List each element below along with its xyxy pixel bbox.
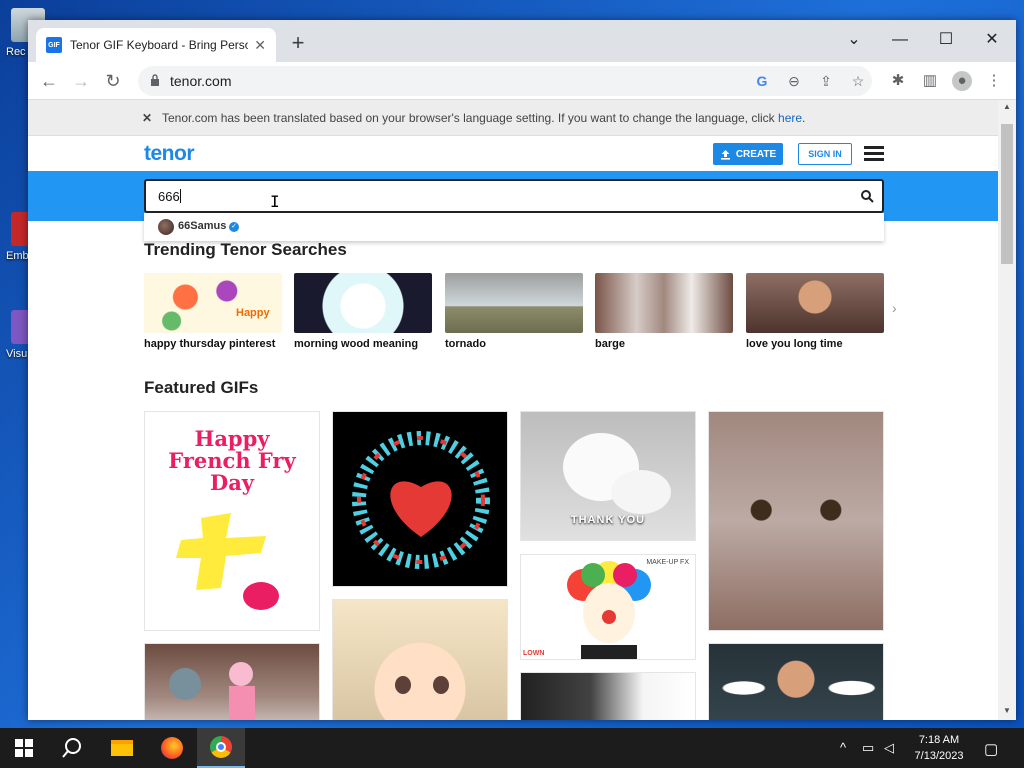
volume-muted-icon[interactable]: ◁ bbox=[884, 740, 894, 756]
search-input[interactable]: 666 bbox=[144, 179, 884, 213]
maximize-button[interactable]: ☐ bbox=[926, 26, 966, 54]
new-tab-button[interactable]: + bbox=[286, 32, 310, 56]
gif-man-smoke[interactable] bbox=[708, 643, 884, 720]
dismiss-translate-icon[interactable]: ✕ bbox=[142, 111, 152, 125]
taskbar-search-button[interactable] bbox=[48, 728, 96, 768]
side-panel-icon[interactable]: ▥ bbox=[920, 71, 940, 91]
chrome-icon bbox=[210, 736, 232, 758]
upload-icon bbox=[720, 149, 730, 160]
minimize-button[interactable]: — bbox=[880, 26, 920, 54]
magnifier-icon bbox=[62, 738, 81, 758]
trending-title: Trending Tenor Searches bbox=[144, 240, 347, 259]
trending-label: love you long time bbox=[746, 338, 843, 350]
scrollbar-thumb[interactable] bbox=[1001, 124, 1013, 264]
share-icon[interactable]: ⇪ bbox=[816, 71, 836, 91]
windows-logo-icon bbox=[15, 739, 33, 757]
translate-here-link[interactable]: here bbox=[778, 111, 802, 125]
taskbar-clock[interactable]: 7:18 AM 7/13/2023 bbox=[904, 732, 974, 764]
tenor-favicon-icon: GIF bbox=[46, 37, 62, 53]
verified-badge-icon: ✓ bbox=[229, 222, 239, 232]
heart-icon bbox=[352, 431, 490, 569]
tray-chevron-icon[interactable]: ^ bbox=[840, 740, 846, 755]
tab-close-icon[interactable]: ✕ bbox=[254, 37, 266, 54]
gif-cartoon-cat[interactable] bbox=[144, 643, 320, 720]
scroll-down-arrow-icon[interactable]: ▼ bbox=[998, 706, 1016, 720]
create-label: CREATE bbox=[735, 148, 777, 160]
reload-button[interactable]: ↻ bbox=[100, 68, 126, 94]
tenor-logo[interactable]: tenor bbox=[144, 142, 195, 166]
tab-title: Tenor GIF Keyboard - Bring Personality bbox=[70, 38, 249, 52]
trending-label: happy thursday pinterest bbox=[144, 338, 276, 350]
tab-tenor[interactable]: GIF Tenor GIF Keyboard - Bring Personali… bbox=[36, 28, 276, 62]
forward-button[interactable]: → bbox=[68, 68, 94, 94]
trending-label: barge bbox=[595, 338, 625, 350]
scroll-up-arrow-icon[interactable]: ▲ bbox=[998, 102, 1016, 116]
back-button[interactable]: ← bbox=[36, 68, 62, 94]
text-cursor-icon: I bbox=[270, 192, 280, 211]
gif-caption: THANK YOU bbox=[570, 514, 646, 526]
trending-item[interactable]: morning wood meaning bbox=[294, 273, 432, 350]
translate-message: Tenor.com has been translated based on y… bbox=[162, 111, 806, 125]
trending-label: morning wood meaning bbox=[294, 338, 419, 350]
french-fry-illustration bbox=[176, 513, 279, 610]
extensions-icon[interactable]: ✱ bbox=[888, 71, 908, 91]
suggestion-avatar bbox=[158, 219, 174, 235]
address-url: tenor.com bbox=[170, 73, 232, 89]
sign-in-button[interactable]: SIGN IN bbox=[798, 143, 852, 165]
tab-search-icon[interactable]: ⌄ bbox=[834, 26, 874, 54]
firefox-icon bbox=[161, 737, 183, 759]
folder-icon bbox=[111, 740, 133, 756]
zoom-icon[interactable]: ⊖ bbox=[784, 71, 804, 91]
clock-time: 7:18 AM bbox=[918, 734, 960, 746]
profile-avatar-icon[interactable]: ● bbox=[952, 71, 972, 91]
close-window-button[interactable]: ✕ bbox=[972, 26, 1012, 54]
network-icon[interactable]: ▭ bbox=[862, 740, 874, 756]
hamburger-menu-icon[interactable] bbox=[864, 146, 884, 162]
gif-heart-wreath[interactable] bbox=[332, 411, 508, 587]
trending-thumbnail bbox=[595, 273, 733, 333]
notifications-icon[interactable]: ▢ bbox=[984, 740, 998, 758]
translate-notice-bar: ✕ Tenor.com has been translated based on… bbox=[28, 100, 998, 136]
clock-date: 7/13/2023 bbox=[914, 750, 964, 762]
create-button[interactable]: CREATE bbox=[713, 143, 783, 165]
featured-title: Featured GIFs bbox=[144, 378, 259, 397]
site-header: tenor CREATE SIGN IN bbox=[28, 136, 998, 172]
trending-item[interactable]: love you long time bbox=[746, 273, 884, 350]
taskbar-chrome[interactable] bbox=[197, 728, 245, 768]
trending-item[interactable]: Happy happy thursday pinterest bbox=[144, 273, 282, 350]
trending-thumbnail bbox=[746, 273, 884, 333]
gif-happy-french-fry-day[interactable]: Happy French Fry Day bbox=[144, 411, 320, 631]
trending-item[interactable]: barge bbox=[595, 273, 733, 350]
search-input-value: 666 bbox=[158, 189, 180, 204]
search-suggestion-dropdown: 66Samus ✓ bbox=[144, 213, 884, 241]
taskbar-firefox[interactable] bbox=[148, 728, 196, 768]
browser-window: GIF Tenor GIF Keyboard - Bring Personali… bbox=[28, 20, 1016, 720]
gif-clown[interactable]: MAKE-UP FX LOWN bbox=[520, 554, 696, 660]
bookmark-star-icon[interactable]: ☆ bbox=[848, 71, 868, 91]
tenor-page: ✕ Tenor.com has been translated based on… bbox=[28, 100, 998, 720]
trending-thumbnail bbox=[294, 273, 432, 333]
trending-thumbnail: Happy bbox=[144, 273, 282, 333]
gif-thank-you-cat[interactable]: THANK YOU bbox=[520, 411, 696, 541]
browser-toolbar: ← → ↻ tenor.com G ⊖ ⇪ ☆ ✱ ▥ ● ⋮ bbox=[28, 62, 1016, 100]
start-button[interactable] bbox=[0, 728, 48, 768]
gif-hands[interactable] bbox=[520, 672, 696, 720]
trending-item[interactable]: tornado bbox=[445, 273, 583, 350]
trending-next-arrow-icon[interactable]: › bbox=[892, 300, 897, 316]
trending-label: tornado bbox=[445, 338, 486, 350]
address-bar[interactable]: tenor.com G ⊖ ⇪ ☆ bbox=[138, 66, 872, 96]
taskbar-file-explorer[interactable] bbox=[98, 728, 146, 768]
suggestion-name: 66Samus bbox=[178, 220, 227, 232]
gif-girl-face[interactable] bbox=[332, 599, 508, 720]
page-scrollbar[interactable]: ▲ ▼ bbox=[998, 100, 1016, 720]
trending-thumbnail bbox=[445, 273, 583, 333]
lock-icon bbox=[151, 74, 159, 86]
chrome-menu-icon[interactable]: ⋮ bbox=[984, 71, 1004, 91]
windows-taskbar: ^ ▭ ◁ 7:18 AM 7/13/2023 ▢ bbox=[0, 728, 1024, 768]
search-icon[interactable] bbox=[860, 189, 874, 203]
google-translate-icon[interactable]: G bbox=[752, 71, 772, 91]
tab-strip: GIF Tenor GIF Keyboard - Bring Personali… bbox=[28, 20, 1016, 62]
gif-cat-closeup[interactable] bbox=[708, 411, 884, 631]
